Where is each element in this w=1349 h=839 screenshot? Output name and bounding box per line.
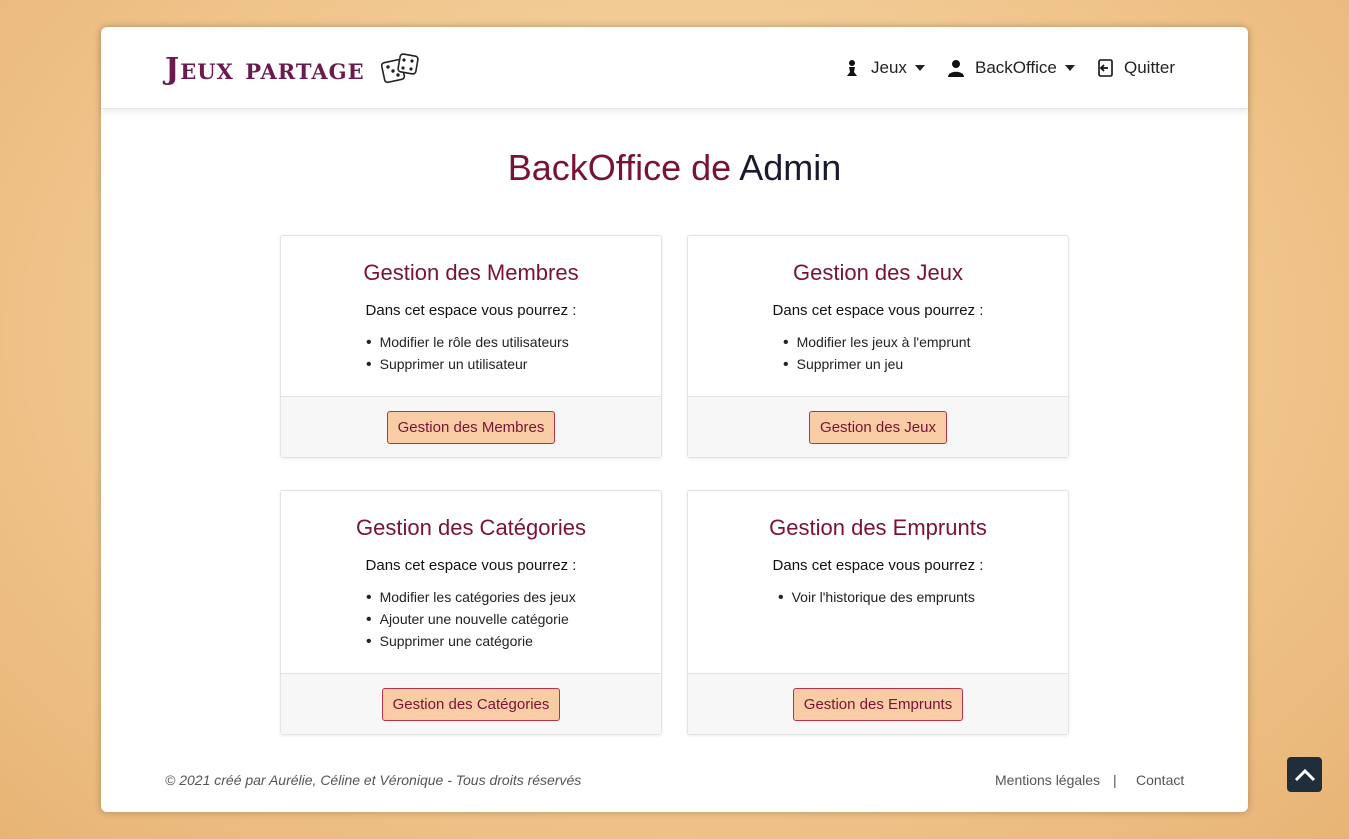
logout-icon xyxy=(1098,59,1113,77)
card-footer: Gestion des Jeux xyxy=(688,396,1068,457)
footer-separator: | xyxy=(1113,772,1117,788)
nav-backoffice-label: BackOffice xyxy=(975,58,1057,77)
list-item: Modifier les catégories des jeux xyxy=(366,586,661,608)
nav-quitter-label: Quitter xyxy=(1124,58,1176,77)
gestion-membres-button[interactable]: Gestion des Membres xyxy=(386,410,556,444)
card-jeux: Gestion des Jeux Dans cet espace vous po… xyxy=(687,235,1069,458)
list-item: Supprimer un jeu xyxy=(783,353,1068,375)
user-icon xyxy=(948,60,964,77)
card-emprunts: Gestion des Emprunts Dans cet espace vou… xyxy=(687,490,1069,735)
list-item: Modifier les jeux à l'emprunt xyxy=(783,331,1068,353)
card-intro: Dans cet espace vous pourrez : xyxy=(365,557,577,574)
chevron-down-icon xyxy=(914,65,925,71)
card-title: Gestion des Membres xyxy=(363,260,579,285)
card-footer: Gestion des Emprunts xyxy=(688,673,1068,734)
card-feature-list: Modifier le rôle des utilisateurs Suppri… xyxy=(281,331,661,375)
card-categories: Gestion des Catégories Dans cet espace v… xyxy=(280,490,662,735)
card-intro: Dans cet espace vous pourrez : xyxy=(772,302,984,319)
dice-icon xyxy=(380,53,419,84)
chevron-down-icon xyxy=(1064,65,1075,71)
card-membres: Gestion des Membres Dans cet espace vous… xyxy=(280,235,662,458)
card-footer: Gestion des Membres xyxy=(281,396,661,457)
nav-quitter-link[interactable]: Quitter xyxy=(1096,55,1175,81)
card-feature-list: Modifier les jeux à l'emprunt Supprimer … xyxy=(688,331,1068,375)
site-footer: © 2021 créé par Aurélie, Céline et Véron… xyxy=(101,772,1248,792)
copyright-text: © 2021 créé par Aurélie, Céline et Véron… xyxy=(165,772,582,788)
nav-jeux-label: Jeux xyxy=(871,58,907,77)
list-item: Ajouter une nouvelle catégorie xyxy=(366,608,661,630)
gestion-jeux-button[interactable]: Gestion des Jeux xyxy=(809,410,947,444)
card-title: Gestion des Emprunts xyxy=(769,515,987,540)
back-to-top-button[interactable] xyxy=(1287,757,1322,792)
list-item: Supprimer un utilisateur xyxy=(366,353,661,375)
card-intro: Dans cet espace vous pourrez : xyxy=(772,557,984,574)
mentions-legales-link[interactable]: Mentions légales xyxy=(995,772,1100,788)
contact-link[interactable]: Contact xyxy=(1136,772,1184,788)
page-title: BackOffice de Admin xyxy=(101,147,1248,189)
gestion-emprunts-button[interactable]: Gestion des Emprunts xyxy=(792,687,964,721)
brand-logo[interactable]: Jeux partage xyxy=(165,47,421,91)
chevron-up-icon xyxy=(1294,768,1315,781)
nav-jeux-dropdown[interactable]: Jeux xyxy=(843,55,925,81)
card-footer: Gestion des Catégories xyxy=(281,673,661,734)
page-title-name: Admin xyxy=(739,147,842,188)
card-intro: Dans cet espace vous pourrez : xyxy=(365,302,577,319)
nav-backoffice-dropdown[interactable]: BackOffice xyxy=(947,55,1075,81)
list-item: Voir l'historique des emprunts xyxy=(778,586,1068,608)
card-title: Gestion des Catégories xyxy=(356,515,586,540)
brand-name: Jeux partage xyxy=(165,51,365,87)
list-item: Supprimer une catégorie xyxy=(366,630,661,652)
navbar: Jeux partage Jeux BackOffice Quitter xyxy=(101,27,1248,109)
gestion-categories-button[interactable]: Gestion des Catégories xyxy=(381,687,561,721)
card-title: Gestion des Jeux xyxy=(793,260,963,285)
card-feature-list: Voir l'historique des emprunts xyxy=(688,586,1068,608)
page-container: Jeux partage Jeux BackOffice Quitter Bac… xyxy=(101,27,1248,812)
pawn-icon xyxy=(847,60,857,76)
list-item: Modifier le rôle des utilisateurs xyxy=(366,331,661,353)
card-feature-list: Modifier les catégories des jeux Ajouter… xyxy=(281,586,661,652)
page-title-prefix: BackOffice de xyxy=(507,147,732,188)
